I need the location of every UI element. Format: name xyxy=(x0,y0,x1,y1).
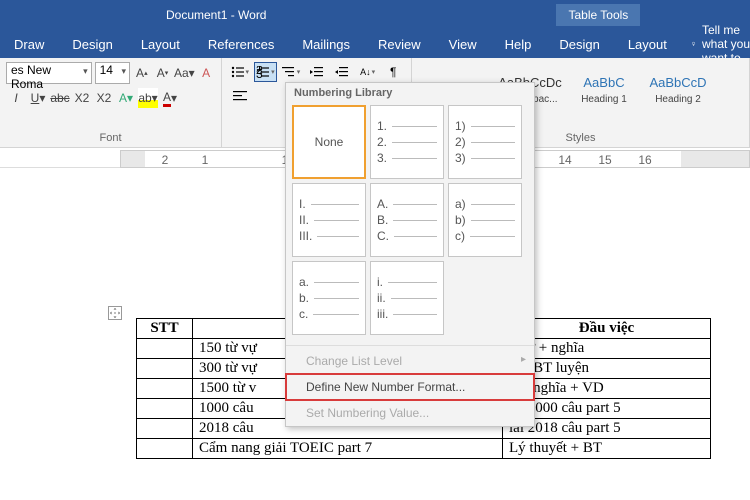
table-cell[interactable] xyxy=(137,339,193,359)
font-size-select[interactable]: 14 xyxy=(95,62,130,84)
style-preview: AaBbC xyxy=(583,75,624,90)
style-box[interactable]: AaBbC Heading 1 xyxy=(568,62,640,118)
show-marks-button[interactable]: ¶ xyxy=(381,62,405,82)
tab-review[interactable]: Review xyxy=(364,30,435,58)
tab-help[interactable]: Help xyxy=(491,30,546,58)
table-move-handle[interactable] xyxy=(108,306,122,320)
lightbulb-icon xyxy=(691,37,696,51)
bullets-button[interactable] xyxy=(228,62,252,82)
font-group: es New Roma 14 A▴ A▾ Aa▾ A I U▾ abc X2 X… xyxy=(0,58,222,148)
table-cell[interactable]: Lý thuyết + BT xyxy=(503,439,711,459)
numbering-option[interactable]: I.II.III. xyxy=(292,183,366,257)
increase-indent-button[interactable] xyxy=(330,62,354,82)
sort-button[interactable]: A↓ xyxy=(356,62,380,82)
tab-design[interactable]: Design xyxy=(58,30,126,58)
numbering-option[interactable]: 1.2.3. xyxy=(370,105,444,179)
numbering-option[interactable]: a)b)c) xyxy=(448,183,522,257)
grow-font-button[interactable]: A▴ xyxy=(133,63,151,83)
subscript-button[interactable]: X2 xyxy=(72,88,92,108)
numbering-option[interactable]: A.B.C. xyxy=(370,183,444,257)
tab-layout[interactable]: Layout xyxy=(127,30,194,58)
shrink-font-button[interactable]: A▾ xyxy=(154,63,172,83)
multilevel-button[interactable] xyxy=(279,62,303,82)
align-left-button[interactable] xyxy=(228,86,252,106)
table-cell[interactable] xyxy=(137,379,193,399)
tab-references[interactable]: References xyxy=(194,30,288,58)
document-title: Document1 - Word xyxy=(166,8,266,22)
numbering-option[interactable]: i.ii.iii. xyxy=(370,261,444,335)
style-name: Heading 2 xyxy=(655,94,701,105)
numbering-library-menu: Numbering Library None 1.2.3.1)2)3) I.II.… xyxy=(285,82,535,427)
style-name: Heading 1 xyxy=(581,94,627,105)
set-numbering-value-item: Set Numbering Value... xyxy=(286,400,534,426)
style-preview: AaBbCcD xyxy=(649,75,706,90)
tab-mailings[interactable]: Mailings xyxy=(288,30,364,58)
numbering-option[interactable]: a.b.c. xyxy=(292,261,366,335)
table-header[interactable]: STT xyxy=(137,319,193,339)
numbering-option-none[interactable]: None xyxy=(292,105,366,179)
table-cell[interactable] xyxy=(137,419,193,439)
style-box[interactable]: AaBbCcD Heading 2 xyxy=(642,62,714,118)
tab-table-design[interactable]: Design xyxy=(545,30,613,58)
underline-button[interactable]: U▾ xyxy=(28,88,48,108)
clear-format-button[interactable]: A xyxy=(197,63,215,83)
decrease-indent-button[interactable] xyxy=(305,62,329,82)
ribbon-tabs: Draw Design Layout References Mailings R… xyxy=(0,30,750,58)
change-list-level-item: Change List Level xyxy=(286,348,534,374)
font-color-button[interactable]: A▾ xyxy=(160,88,180,108)
tab-view[interactable]: View xyxy=(435,30,491,58)
numbering-library-title: Numbering Library xyxy=(286,83,534,103)
change-case-button[interactable]: Aa▾ xyxy=(174,63,194,83)
font-name-select[interactable]: es New Roma xyxy=(6,62,92,84)
superscript-button[interactable]: X2 xyxy=(94,88,114,108)
text-effects-button[interactable]: A▾ xyxy=(116,88,136,108)
numbering-option[interactable]: 1)2)3) xyxy=(448,105,522,179)
table-tools-label: Table Tools xyxy=(556,4,640,26)
italic-button[interactable]: I xyxy=(6,88,26,108)
tab-table-layout[interactable]: Layout xyxy=(614,30,681,58)
define-new-number-format-item[interactable]: Define New Number Format... xyxy=(286,374,534,400)
table-cell[interactable] xyxy=(137,439,193,459)
tab-draw[interactable]: Draw xyxy=(0,30,58,58)
font-group-label: Font xyxy=(6,132,215,144)
table-cell[interactable] xyxy=(137,399,193,419)
strike-button[interactable]: abc xyxy=(50,88,70,108)
highlight-button[interactable]: ab▾ xyxy=(138,88,158,108)
table-cell[interactable]: Cẩm nang giải TOEIC part 7 xyxy=(193,439,503,459)
numbering-button[interactable]: 123 xyxy=(254,62,278,82)
table-cell[interactable] xyxy=(137,359,193,379)
